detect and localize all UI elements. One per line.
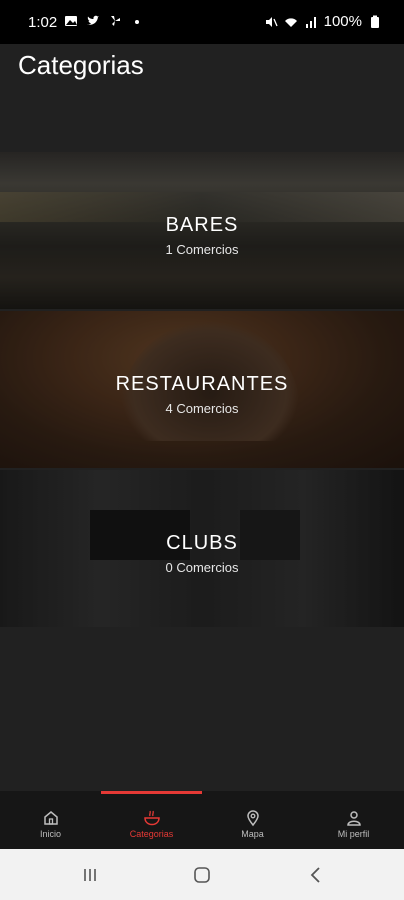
nav-label: Inicio xyxy=(39,829,61,839)
home-icon xyxy=(43,811,58,825)
bottom-nav: Inicio Categorias Mapa Mi perfil xyxy=(0,791,404,849)
status-bar: 1:02 100% xyxy=(0,0,404,44)
category-list: BARES 1 Comercios RESTAURANTES 4 Comerci… xyxy=(0,152,404,629)
category-card-restaurantes[interactable]: RESTAURANTES 4 Comercios xyxy=(0,311,404,468)
signal-icon xyxy=(305,16,316,28)
category-count: 0 Comercios xyxy=(165,560,239,575)
category-name: RESTAURANTES xyxy=(115,373,289,395)
fan-icon xyxy=(111,16,120,26)
dot-icon xyxy=(135,20,139,24)
nav-item-mapa[interactable]: Mapa xyxy=(202,791,303,849)
nav-label: Categorias xyxy=(129,829,174,839)
nav-item-inicio[interactable]: Inicio xyxy=(0,791,101,849)
status-left-icons xyxy=(64,14,144,28)
category-card-clubs[interactable]: CLUBS 0 Comercios xyxy=(0,470,404,627)
page-title: Categorias xyxy=(18,50,144,80)
battery-icon xyxy=(371,15,379,28)
category-card-bares[interactable]: BARES 1 Comercios xyxy=(0,152,404,309)
category-count: 4 Comercios xyxy=(165,401,239,416)
user-icon xyxy=(346,811,361,826)
system-nav-bar xyxy=(0,849,404,900)
nav-item-categorias[interactable]: Categorias xyxy=(101,791,202,849)
category-count: 1 Comercios xyxy=(165,242,239,257)
category-name: BARES xyxy=(165,214,239,236)
nav-item-mi-perfil[interactable]: Mi perfil xyxy=(303,791,404,849)
app-header: Categorias xyxy=(0,44,404,152)
recents-icon[interactable] xyxy=(80,865,100,885)
map-pin-icon xyxy=(246,810,259,827)
wifi-icon xyxy=(284,17,297,27)
battery-percent: 100% xyxy=(323,13,362,30)
status-time: 1:02 xyxy=(28,14,58,31)
nav-label: Mi perfil xyxy=(337,829,370,839)
home-button-icon[interactable] xyxy=(192,865,212,885)
bowl-icon xyxy=(143,810,160,826)
status-right: 100% xyxy=(264,13,382,30)
category-name: CLUBS xyxy=(166,532,238,554)
twitter-icon xyxy=(87,15,99,25)
nav-label: Mapa xyxy=(241,829,264,839)
mute-icon xyxy=(265,16,278,27)
image-icon xyxy=(65,16,77,26)
back-icon[interactable] xyxy=(306,865,326,885)
